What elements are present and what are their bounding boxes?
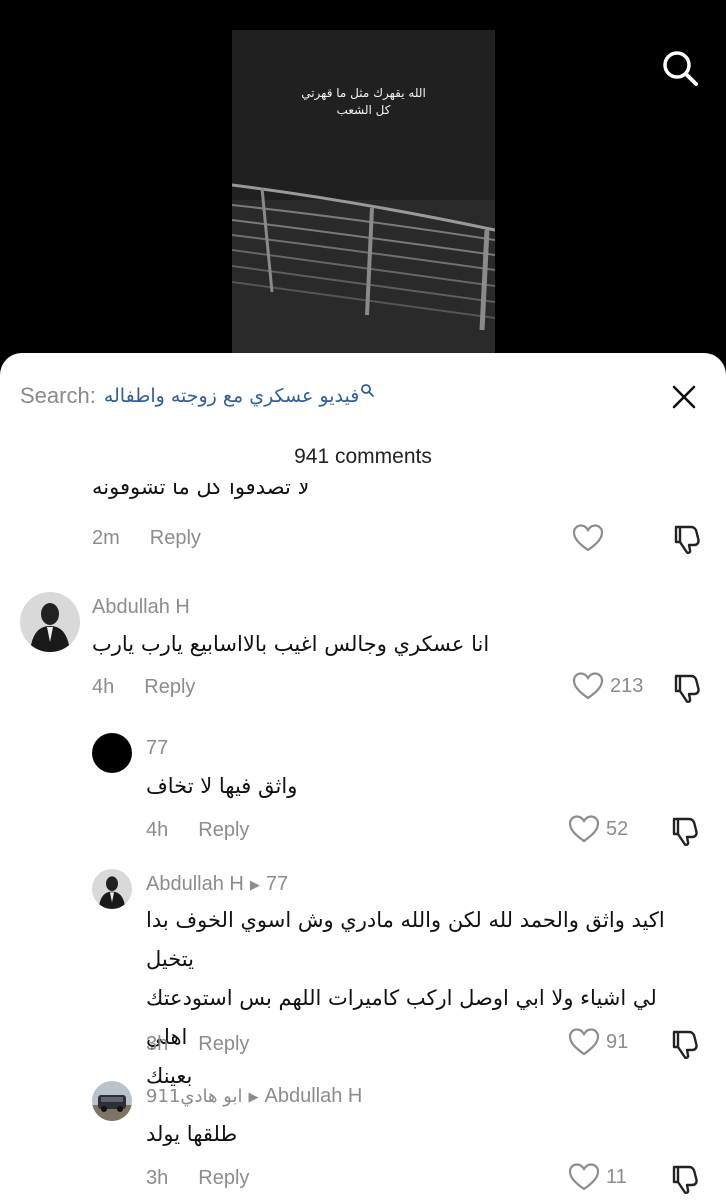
comment-author[interactable]: Abdullah H: [92, 596, 190, 619]
heart-icon: [572, 524, 604, 552]
video-caption: الله يقهرك مثل ما قهرتي كل الشعب: [232, 85, 495, 119]
thumbs-down-icon[interactable]: [670, 523, 702, 555]
comment-time: 3h: [146, 1033, 169, 1055]
reply-button[interactable]: Reply: [198, 1167, 249, 1190]
comment-author: Abdullah H ▶ 77: [146, 873, 288, 896]
comment-text: واثق فيها لا تخاف: [146, 774, 298, 798]
like-button[interactable]: 52: [568, 814, 628, 844]
reply-to-name[interactable]: 77: [266, 873, 288, 896]
thumbs-down-icon[interactable]: [668, 1163, 700, 1195]
comment-meta: 4h Reply: [146, 819, 249, 842]
thumbs-down-icon[interactable]: [668, 1028, 700, 1060]
close-icon[interactable]: [668, 381, 700, 413]
comment-text: طلقها يولد: [146, 1122, 238, 1146]
thumbs-down-icon[interactable]: [668, 815, 700, 847]
avatar[interactable]: [92, 733, 132, 773]
comment-text-line: اكيد واثق والحمد لله لكن والله مادري وش …: [146, 908, 665, 971]
like-count: 11: [606, 1165, 627, 1188]
reply-button[interactable]: Reply: [144, 676, 195, 699]
comment-meta: 3h Reply: [146, 1167, 249, 1190]
avatar-image: [92, 1081, 132, 1121]
comments-count: 941 comments: [294, 445, 432, 468]
avatar[interactable]: [20, 592, 80, 652]
like-button[interactable]: 91: [568, 1027, 628, 1057]
railing-illustration: [232, 30, 495, 370]
like-button[interactable]: 213: [572, 671, 643, 701]
search-icon[interactable]: [660, 48, 700, 88]
comment-text: لا تصدقوا كل ما تشوفونه: [92, 483, 310, 499]
comment-time: 4h: [92, 676, 115, 698]
video-caption-line-2: كل الشعب: [336, 103, 391, 117]
reply-button[interactable]: Reply: [198, 819, 249, 842]
avatar-image: [92, 869, 132, 909]
reply-arrow-icon: ▶: [248, 1088, 259, 1104]
avatar[interactable]: [92, 869, 132, 909]
comment-meta: 2m Reply: [92, 527, 201, 550]
search-prefix: Search:: [20, 383, 96, 408]
comment-time: 3h: [146, 1167, 169, 1189]
reply-to-name[interactable]: Abdullah H: [264, 1085, 362, 1108]
avatar[interactable]: [92, 1081, 132, 1121]
heart-icon: [568, 1028, 600, 1056]
heart-icon: [568, 1163, 600, 1191]
search-suggestion[interactable]: Search: فيديو عسكري مع زوجته واطفاله: [20, 381, 375, 411]
reply-button[interactable]: Reply: [198, 1033, 249, 1056]
video-thumbnail[interactable]: الله يقهرك مثل ما قهرتي كل الشعب: [232, 30, 495, 370]
search-icon: [361, 384, 375, 397]
like-count: 91: [606, 1030, 629, 1053]
reply-button[interactable]: Reply: [150, 527, 201, 550]
video-caption-line-1: الله يقهرك مثل ما قهرتي: [301, 86, 426, 100]
author-name[interactable]: ابو هادي911: [146, 1086, 242, 1107]
comment-time: 4h: [146, 819, 169, 841]
like-count: 52: [606, 817, 629, 840]
like-button[interactable]: [572, 523, 610, 553]
comment-text: انا عسكري وجالس اغيب بالااسابيع يارب يار…: [92, 632, 490, 656]
comments-sheet: Search: فيديو عسكري مع زوجته واطفاله 941…: [0, 353, 726, 1200]
comment-text: اكيد واثق والحمد لله لكن والله مادري وش …: [146, 901, 691, 1096]
author-name[interactable]: Abdullah H: [146, 873, 244, 896]
heart-icon: [568, 815, 600, 843]
heart-icon: [572, 672, 604, 700]
avatar-image: [20, 592, 80, 652]
comment-time: 2m: [92, 527, 120, 549]
thumbs-down-icon[interactable]: [670, 672, 702, 704]
comment-meta: 4h Reply: [92, 676, 195, 699]
like-count: 213: [610, 674, 644, 697]
comment-meta: 3h Reply: [146, 1033, 249, 1056]
reply-arrow-icon: ▶: [249, 876, 260, 892]
comment-author: ابو هادي911 ▶ Abdullah H: [146, 1085, 362, 1108]
search-query-link[interactable]: فيديو عسكري مع زوجته واطفاله: [104, 385, 359, 407]
video-area: الله يقهرك مثل ما قهرتي كل الشعب: [0, 0, 726, 380]
comment-author[interactable]: 77: [146, 737, 168, 760]
like-button[interactable]: 11: [568, 1162, 627, 1192]
